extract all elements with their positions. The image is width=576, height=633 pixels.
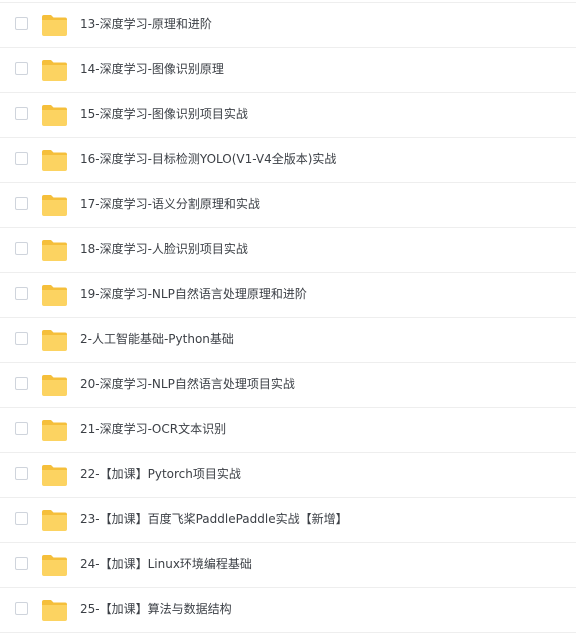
- file-name[interactable]: 19-深度学习-NLP自然语言处理原理和进阶: [80, 286, 307, 302]
- select-checkbox[interactable]: [15, 512, 28, 525]
- file-name[interactable]: 24-【加课】Linux环境编程基础: [80, 556, 252, 572]
- file-name[interactable]: 25-【加课】算法与数据结构: [80, 601, 232, 617]
- file-name[interactable]: 14-深度学习-图像识别原理: [80, 61, 224, 77]
- select-checkbox[interactable]: [15, 197, 28, 210]
- folder-icon[interactable]: [41, 148, 68, 172]
- folder-icon[interactable]: [41, 328, 68, 352]
- folder-icon[interactable]: [41, 103, 68, 127]
- file-name[interactable]: 2-人工智能基础-Python基础: [80, 331, 234, 347]
- file-name[interactable]: 23-【加课】百度飞桨PaddlePaddle实战【新增】: [80, 511, 348, 527]
- file-name[interactable]: 17-深度学习-语义分割原理和实战: [80, 196, 260, 212]
- select-checkbox[interactable]: [15, 287, 28, 300]
- file-name[interactable]: 18-深度学习-人脸识别项目实战: [80, 241, 248, 257]
- folder-icon[interactable]: [41, 508, 68, 532]
- folder-icon[interactable]: [41, 193, 68, 217]
- folder-icon[interactable]: [41, 373, 68, 397]
- file-row[interactable]: 23-【加课】百度飞桨PaddlePaddle实战【新增】: [0, 498, 576, 543]
- folder-icon[interactable]: [41, 553, 68, 577]
- folder-icon[interactable]: [41, 58, 68, 82]
- select-checkbox[interactable]: [15, 602, 28, 615]
- file-row[interactable]: 19-深度学习-NLP自然语言处理原理和进阶: [0, 273, 576, 318]
- file-row[interactable]: 14-深度学习-图像识别原理: [0, 48, 576, 93]
- file-row[interactable]: 24-【加课】Linux环境编程基础: [0, 543, 576, 588]
- file-name[interactable]: 20-深度学习-NLP自然语言处理项目实战: [80, 376, 295, 392]
- select-checkbox[interactable]: [15, 17, 28, 30]
- folder-icon[interactable]: [41, 418, 68, 442]
- folder-icon[interactable]: [41, 283, 68, 307]
- file-row[interactable]: 22-【加课】Pytorch项目实战: [0, 453, 576, 498]
- select-checkbox[interactable]: [15, 242, 28, 255]
- file-row[interactable]: 18-深度学习-人脸识别项目实战: [0, 228, 576, 273]
- select-checkbox[interactable]: [15, 557, 28, 570]
- file-row[interactable]: 16-深度学习-目标检测YOLO(V1-V4全版本)实战: [0, 138, 576, 183]
- file-row[interactable]: 13-深度学习-原理和进阶: [0, 3, 576, 48]
- file-name[interactable]: 15-深度学习-图像识别项目实战: [80, 106, 248, 122]
- select-checkbox[interactable]: [15, 152, 28, 165]
- file-name[interactable]: 13-深度学习-原理和进阶: [80, 16, 212, 32]
- file-row[interactable]: 25-【加课】算法与数据结构: [0, 588, 576, 633]
- folder-icon[interactable]: [41, 238, 68, 262]
- folder-icon[interactable]: [41, 463, 68, 487]
- file-row[interactable]: 17-深度学习-语义分割原理和实战: [0, 183, 576, 228]
- file-row[interactable]: 15-深度学习-图像识别项目实战: [0, 93, 576, 138]
- file-name[interactable]: 22-【加课】Pytorch项目实战: [80, 466, 241, 482]
- file-row[interactable]: 2-人工智能基础-Python基础: [0, 318, 576, 363]
- folder-icon[interactable]: [41, 598, 68, 622]
- folder-icon[interactable]: [41, 13, 68, 37]
- select-checkbox[interactable]: [15, 107, 28, 120]
- select-checkbox[interactable]: [15, 377, 28, 390]
- file-name[interactable]: 16-深度学习-目标检测YOLO(V1-V4全版本)实战: [80, 151, 336, 167]
- select-checkbox[interactable]: [15, 422, 28, 435]
- select-checkbox[interactable]: [15, 467, 28, 480]
- select-checkbox[interactable]: [15, 332, 28, 345]
- file-row[interactable]: 20-深度学习-NLP自然语言处理项目实战: [0, 363, 576, 408]
- file-name[interactable]: 21-深度学习-OCR文本识别: [80, 421, 226, 437]
- select-checkbox[interactable]: [15, 62, 28, 75]
- file-row[interactable]: 21-深度学习-OCR文本识别: [0, 408, 576, 453]
